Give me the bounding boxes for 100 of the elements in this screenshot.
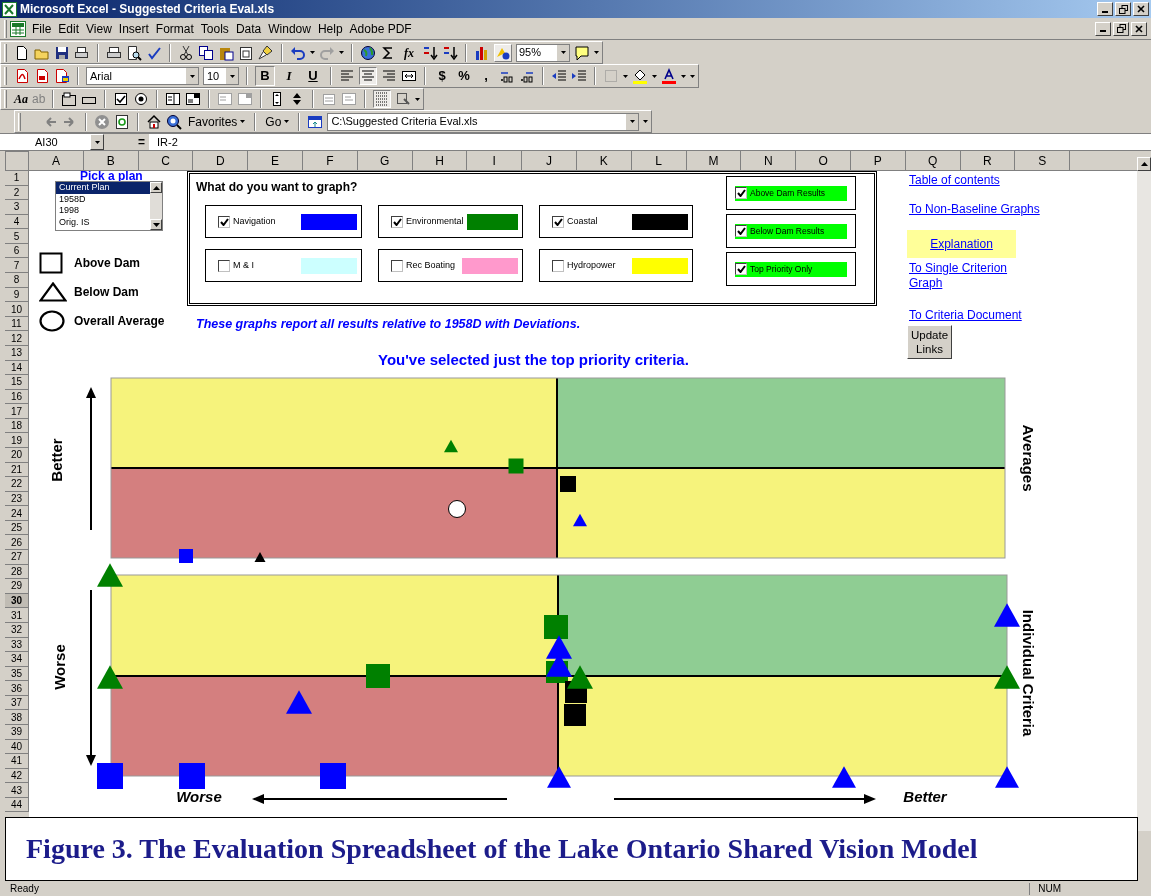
hyperlink[interactable]: Explanation (907, 230, 1016, 258)
globe-icon[interactable] (360, 44, 376, 61)
plan-option[interactable]: Orig. IS (56, 216, 150, 228)
go-button[interactable]: Go (263, 112, 292, 131)
menu-item[interactable]: View (83, 19, 115, 38)
new-document-icon[interactable] (14, 44, 30, 61)
menu-item[interactable]: Tools (197, 19, 232, 38)
control-properties-icon[interactable] (321, 91, 338, 107)
column-header[interactable]: E (248, 151, 303, 171)
column-header[interactable]: P (850, 151, 906, 171)
checkbox[interactable] (735, 225, 747, 237)
hyperlink[interactable]: Table of contents (909, 173, 1017, 188)
font-color-icon[interactable] (661, 68, 677, 84)
hyperlink[interactable]: To Single Criterion Graph (909, 261, 1017, 291)
vertical-scrollbar[interactable] (1137, 171, 1151, 831)
menu-item[interactable]: Window (265, 19, 314, 38)
checkbox[interactable] (218, 259, 230, 272)
comma-button[interactable]: , (477, 66, 495, 86)
dropdown-arrow-icon[interactable] (339, 51, 344, 54)
show-web-toolbar-icon[interactable] (307, 113, 324, 130)
plan-option[interactable]: Current Plan (56, 182, 150, 194)
row-header[interactable]: 17 (5, 404, 28, 419)
column-header[interactable]: L (631, 151, 687, 171)
menu-item[interactable]: Format (152, 19, 197, 38)
dropdown-arrow-icon[interactable] (240, 120, 246, 123)
dropdown-arrow-icon[interactable] (284, 120, 290, 123)
row-header[interactable]: 26 (5, 535, 28, 551)
dropdown-arrow-icon[interactable] (623, 74, 628, 78)
dropdown-arrow-icon[interactable] (594, 51, 599, 54)
align-right-icon[interactable] (381, 68, 397, 84)
menu-item[interactable]: Adobe PDF (346, 19, 415, 38)
run-dialog-icon[interactable] (395, 91, 412, 107)
zoom-field[interactable]: 95% (516, 43, 570, 62)
address-field[interactable]: C:\Suggested Criteria Eval.xls (327, 112, 640, 131)
row-header[interactable]: 38 (5, 710, 28, 725)
column-header[interactable]: S (1015, 151, 1071, 171)
minimize-button[interactable] (1097, 2, 1113, 16)
dropdown-arrow-icon[interactable] (643, 120, 649, 123)
filter-option[interactable]: Top Priority Only (735, 261, 847, 277)
minimize-button[interactable] (1095, 21, 1111, 36)
update-links-button[interactable]: Update Links (907, 325, 952, 359)
italic-button[interactable]: I (279, 66, 299, 86)
copy-icon[interactable] (198, 44, 214, 61)
plan-option[interactable]: 1958D (56, 193, 150, 205)
row-header[interactable]: 41 (5, 754, 28, 769)
scroll-up-button[interactable] (150, 182, 162, 193)
sort-ascending-icon[interactable] (422, 44, 438, 61)
row-header[interactable]: 5 (5, 229, 28, 244)
menu-item[interactable]: Data (232, 19, 265, 38)
close-button[interactable] (1131, 21, 1147, 36)
font-field[interactable]: Arial (86, 67, 199, 85)
row-header[interactable]: 29 (5, 579, 28, 594)
column-header[interactable]: J (522, 151, 577, 171)
scissors-icon[interactable] (178, 44, 194, 61)
group-box-icon[interactable] (61, 91, 78, 107)
column-header[interactable]: Q (905, 151, 961, 171)
checkbox[interactable] (218, 215, 230, 228)
row-header[interactable]: 1 (5, 171, 28, 186)
select-all-button[interactable] (5, 151, 29, 171)
dropdown-arrow-icon[interactable] (94, 140, 100, 144)
underline-button[interactable]: U (303, 66, 323, 86)
row-header[interactable]: 12 (5, 331, 28, 346)
sort-descending-icon[interactable] (442, 44, 458, 61)
filter-option[interactable]: Above Dam Results (735, 185, 847, 201)
combo-list-tool-icon[interactable] (217, 91, 234, 107)
dropdown-arrow-icon[interactable] (652, 74, 657, 78)
edit-code-icon[interactable] (341, 91, 358, 107)
row-header[interactable]: 22 (5, 477, 28, 492)
dropdown-arrow-icon[interactable] (310, 51, 315, 54)
fill-color-icon[interactable] (632, 68, 648, 84)
column-header[interactable]: D (193, 151, 249, 171)
checkbox[interactable] (552, 259, 564, 272)
row-header[interactable]: 24 (5, 506, 28, 521)
column-header[interactable]: F (303, 151, 358, 171)
font-size-field[interactable]: 10 (203, 67, 239, 85)
combo-dropdown-tool-icon[interactable] (237, 91, 254, 107)
search-web-icon[interactable] (166, 113, 182, 130)
pdf-icon[interactable] (54, 68, 70, 84)
checkbox[interactable] (391, 259, 403, 272)
name-box[interactable]: AI30 (5, 134, 104, 150)
printer-icon[interactable] (74, 44, 90, 61)
print-preview-icon[interactable] (126, 44, 142, 61)
home-icon[interactable] (146, 113, 162, 130)
menu-item[interactable]: Edit (55, 19, 83, 38)
clipboard-icon[interactable] (238, 44, 254, 61)
dropdown-arrow-icon[interactable] (415, 97, 421, 101)
dropdown-arrow-icon[interactable] (629, 120, 635, 123)
decrease-indent-icon[interactable] (551, 68, 567, 84)
insert-function-button[interactable]: fx (400, 43, 418, 62)
column-header[interactable]: K (576, 151, 632, 171)
column-header[interactable]: R (960, 151, 1016, 171)
criterion-label[interactable]: Hydropower (567, 258, 616, 273)
column-header[interactable]: N (741, 151, 797, 171)
printer-icon[interactable] (106, 44, 122, 61)
plan-list[interactable]: Current Plan 1958D 1998 Orig. IS (55, 181, 163, 231)
column-header[interactable]: B (83, 151, 139, 171)
help-icon[interactable] (574, 44, 590, 61)
percent-button[interactable]: % (455, 66, 473, 86)
checkbox-tool-icon[interactable] (113, 91, 130, 107)
row-header[interactable]: 7 (5, 258, 28, 274)
